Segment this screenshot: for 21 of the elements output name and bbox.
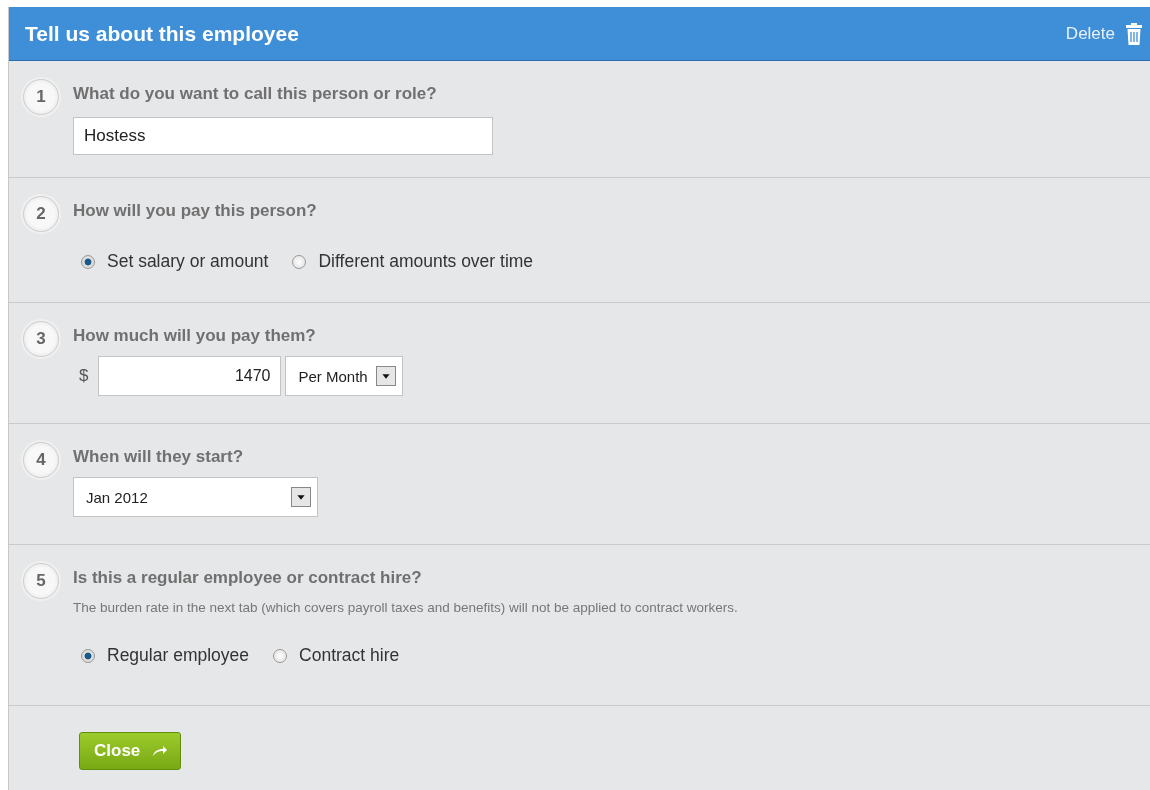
period-dropdown[interactable]: Per Month: [285, 356, 404, 396]
currency-symbol: $: [79, 366, 89, 386]
step-number: 4: [23, 442, 59, 478]
note-text: The burden rate in the next tab (which covers payroll taxes and benefits) will not be applied to contract workers.: [73, 600, 738, 615]
question-label: What do you want to call this person or role?: [73, 84, 438, 104]
name-field[interactable]: Hostess: [73, 117, 493, 155]
amount-field[interactable]: 1470: [98, 356, 282, 396]
question-label: Is this a regular employee or contract hire?: [73, 568, 423, 588]
step-number: 3: [23, 321, 59, 357]
step-number: 5: [23, 563, 59, 599]
dialog-title: Tell us about this employee: [25, 21, 299, 46]
start-date-dropdown[interactable]: Jan 2012: [73, 477, 318, 517]
question-label: How much will you pay them?: [73, 326, 317, 346]
question-label: How will you pay this person?: [73, 201, 318, 221]
radio-label[interactable]: Contract hire: [299, 645, 400, 666]
radio-label[interactable]: Regular employee: [107, 645, 250, 666]
step-number: 2: [23, 196, 59, 232]
question-label: When will they start?: [73, 447, 245, 467]
radio-label[interactable]: Different amounts over time: [318, 251, 534, 272]
step-number: 1: [23, 79, 59, 115]
radio-label[interactable]: Set salary or amount: [107, 251, 269, 272]
